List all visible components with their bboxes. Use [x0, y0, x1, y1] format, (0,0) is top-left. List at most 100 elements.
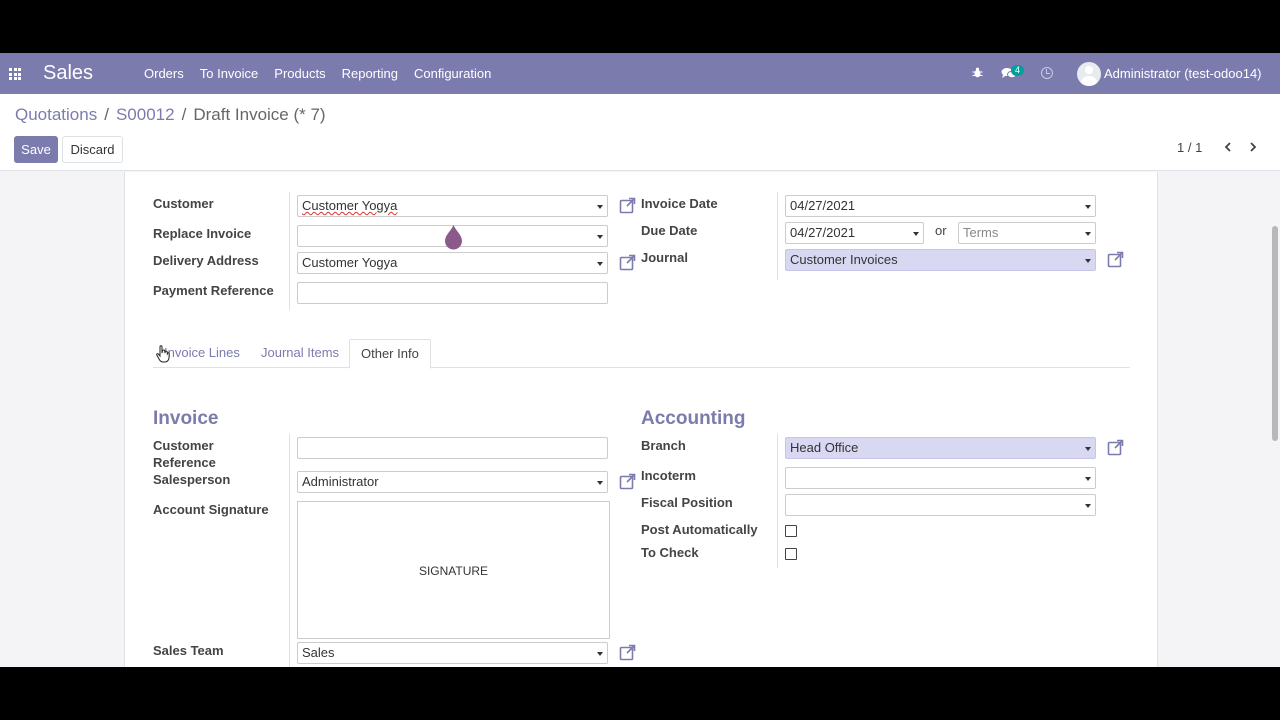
chevron-down-icon	[597, 481, 603, 485]
customer-reference-label-line1: Customer	[153, 438, 214, 453]
breadcrumb-quotations[interactable]: Quotations	[15, 105, 97, 125]
chevron-down-icon	[1085, 205, 1091, 209]
external-link-icon[interactable]	[1107, 439, 1124, 456]
payment-reference-label: Payment Reference	[153, 283, 274, 298]
salesperson-select[interactable]: Administrator	[297, 471, 608, 493]
invoice-section-title: Invoice	[153, 408, 219, 429]
journal-value: Customer Invoices	[790, 252, 898, 267]
salesperson-label: Salesperson	[153, 472, 231, 487]
notebook-tabs: Invoice Lines Journal Items Other Info	[153, 339, 1130, 369]
due-date-label: Due Date	[641, 223, 698, 238]
to-check-checkbox[interactable]	[785, 548, 797, 560]
external-link-icon[interactable]	[619, 473, 636, 490]
discard-button[interactable]: Discard	[62, 136, 123, 163]
customer-label: Customer	[153, 196, 214, 211]
tab-journal-items[interactable]: Journal Items	[250, 339, 350, 368]
external-link-icon[interactable]	[619, 644, 636, 661]
payment-terms-placeholder: Terms	[963, 225, 999, 240]
breadcrumb-separator: /	[104, 105, 109, 124]
pager-value[interactable]: 1 / 1	[1177, 140, 1202, 155]
external-link-icon[interactable]	[619, 254, 636, 271]
chevron-down-icon	[913, 232, 919, 236]
drop-marker-icon	[445, 225, 462, 250]
account-signature-label: Account Signature	[153, 502, 269, 517]
sales-team-value: Sales	[302, 645, 335, 660]
journal-label: Journal	[641, 250, 688, 265]
group-divider	[777, 434, 778, 568]
menu-to-invoice[interactable]: To Invoice	[192, 53, 267, 94]
incoterm-label: Incoterm	[641, 468, 696, 483]
chevron-down-icon	[1085, 447, 1091, 451]
external-link-icon[interactable]	[619, 197, 636, 214]
hand-cursor-icon	[156, 345, 170, 363]
signature-placeholder: SIGNATURE	[418, 564, 489, 578]
sales-team-select[interactable]: Sales	[297, 642, 608, 664]
delivery-address-select[interactable]: Customer Yogya	[297, 252, 608, 274]
breadcrumb-order[interactable]: S00012	[116, 105, 175, 125]
breadcrumb-current: Draft Invoice (* 7)	[193, 105, 326, 124]
accounting-section-title: Accounting	[641, 408, 746, 429]
menu-products[interactable]: Products	[266, 53, 333, 94]
to-check-label: To Check	[641, 545, 699, 560]
payment-reference-input[interactable]	[297, 282, 608, 304]
post-automatically-checkbox[interactable]	[785, 525, 797, 537]
fiscal-position-select[interactable]	[785, 494, 1096, 516]
replace-invoice-label: Replace Invoice	[153, 226, 252, 241]
or-text: or	[935, 223, 947, 238]
fiscal-position-label: Fiscal Position	[641, 495, 733, 510]
invoice-date-value: 04/27/2021	[790, 198, 856, 213]
group-divider	[777, 192, 778, 280]
save-button[interactable]: Save	[14, 136, 58, 163]
branch-value: Head Office	[790, 440, 859, 455]
group-divider	[289, 192, 290, 310]
customer-select[interactable]: Customer Yogya	[297, 195, 608, 217]
due-date-input[interactable]: 04/27/2021	[785, 222, 924, 244]
user-avatar[interactable]	[1077, 62, 1101, 86]
control-panel: Quotations / S00012 / Draft Invoice (* 7…	[0, 94, 1280, 171]
chevron-down-icon	[1085, 477, 1091, 481]
customer-reference-label: Customer Reference	[153, 438, 216, 471]
journal-select[interactable]: Customer Invoices	[785, 249, 1096, 271]
chevron-down-icon	[597, 262, 603, 266]
form-sheet: Customer Customer Yogya Replace Invoice …	[124, 172, 1158, 667]
customer-reference-input[interactable]	[297, 437, 608, 459]
group-divider	[289, 434, 290, 667]
top-navbar: Sales Orders To Invoice Products Reporti…	[0, 53, 1280, 94]
chevron-down-icon	[1085, 504, 1091, 508]
chat-count-badge: 4	[1011, 65, 1025, 76]
chevron-right-icon[interactable]	[1248, 142, 1258, 152]
app-brand[interactable]: Sales	[43, 62, 93, 85]
post-automatically-label: Post Automatically	[641, 522, 758, 537]
customer-reference-label-line2: Reference	[153, 455, 216, 470]
invoice-date-input[interactable]: 04/27/2021	[785, 195, 1096, 217]
activity-clock-icon[interactable]	[1041, 67, 1053, 79]
delivery-address-label: Delivery Address	[153, 253, 259, 268]
due-date-value: 04/27/2021	[790, 225, 856, 240]
payment-terms-select[interactable]: Terms	[958, 222, 1096, 244]
invoice-date-label: Invoice Date	[641, 196, 718, 211]
page-scrollbar[interactable]	[1272, 226, 1278, 441]
main-menu: Orders To Invoice Products Reporting Con…	[136, 53, 499, 94]
signature-pad[interactable]: SIGNATURE	[297, 501, 610, 639]
sales-team-label: Sales Team	[153, 643, 224, 658]
branch-select[interactable]: Head Office	[785, 437, 1096, 459]
chevron-down-icon	[1085, 259, 1091, 263]
apps-menu-icon[interactable]	[9, 68, 21, 80]
menu-reporting[interactable]: Reporting	[334, 53, 406, 94]
bug-icon[interactable]	[972, 67, 983, 78]
customer-value: Customer Yogya	[302, 198, 398, 213]
chevron-down-icon	[597, 652, 603, 656]
chevron-down-icon	[597, 205, 603, 209]
salesperson-value: Administrator	[302, 474, 379, 489]
external-link-icon[interactable]	[1107, 251, 1124, 268]
chevron-down-icon	[597, 235, 603, 239]
delivery-address-value: Customer Yogya	[302, 255, 398, 270]
chevron-left-icon[interactable]	[1223, 142, 1233, 152]
user-menu[interactable]: Administrator (test-odoo14)	[1104, 53, 1262, 94]
breadcrumb-separator: /	[181, 105, 187, 124]
incoterm-select[interactable]	[785, 467, 1096, 489]
menu-orders[interactable]: Orders	[136, 53, 192, 94]
tab-other-info[interactable]: Other Info	[349, 339, 431, 369]
menu-configuration[interactable]: Configuration	[406, 53, 499, 94]
breadcrumb: Quotations / S00012 / Draft Invoice (* 7…	[15, 105, 326, 125]
